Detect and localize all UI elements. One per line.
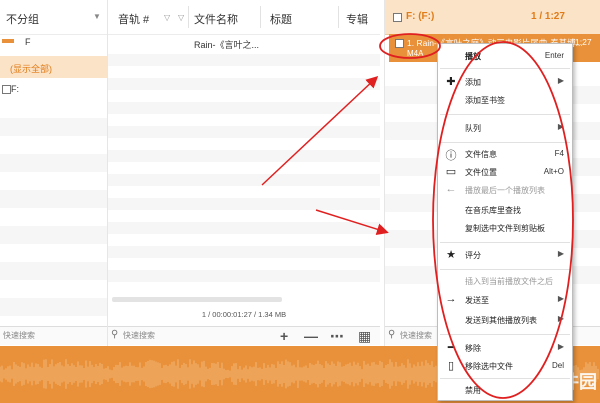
list-stripe — [108, 174, 380, 186]
menu-item-queue[interactable]: 队列 ▶ — [438, 120, 572, 138]
menu-item-file-location[interactable]: ▭ 文件位置 Alt+O — [438, 164, 572, 182]
menu-item-insert-after-current: 插入到当前播放文件之后 — [465, 277, 553, 286]
menu-item-find-in-library[interactable]: 在音乐库里查找 — [438, 202, 572, 220]
table-row[interactable]: Rain-《言叶之... — [194, 38, 259, 51]
search-input[interactable]: 快速搜索 — [400, 330, 432, 341]
remove-button[interactable]: — — [304, 328, 318, 344]
list-stripe — [108, 246, 380, 258]
sort-icon[interactable]: ▽ — [164, 13, 170, 22]
drive-item-f[interactable]: F: — [0, 82, 107, 98]
column-album[interactable]: 专辑 — [346, 11, 368, 27]
menu-item-rating[interactable]: ★ 评分 ▶ — [438, 247, 572, 265]
group-header[interactable]: 不分组 ▼ — [0, 0, 107, 35]
submenu-arrow-icon: ▶ — [557, 76, 564, 85]
search-icon: ⚲ — [388, 329, 396, 340]
grid-view-button[interactable]: ▦ — [358, 328, 371, 345]
group-item-label: F — [25, 37, 31, 47]
playlist-header[interactable]: F: (F:) 1 / 1:27 — [385, 0, 600, 35]
submenu-arrow-icon: ▶ — [557, 314, 564, 323]
show-all-item[interactable]: (显示全部) — [0, 56, 107, 78]
arrow-right-icon: → — [445, 293, 457, 305]
chevron-down-icon[interactable]: ▼ — [93, 12, 101, 21]
list-stripe — [0, 190, 107, 208]
playlist-duration: 1 / 1:27 — [531, 11, 565, 22]
column-filename[interactable]: 文件名称 — [194, 11, 238, 27]
list-stripe — [0, 154, 107, 172]
list-stripe — [108, 270, 380, 282]
menu-item-remove-selected[interactable]: ▯ 移除选中文件 Del — [438, 358, 572, 376]
track-checkbox[interactable] — [395, 39, 404, 48]
search-input[interactable]: 快速搜索 — [3, 330, 35, 341]
list-stripe — [108, 78, 380, 90]
list-stripe — [108, 222, 380, 234]
menu-item-play[interactable]: 播放 Enter — [438, 48, 572, 66]
list-stripe — [0, 298, 107, 316]
drive-label: F: — [11, 84, 19, 94]
track-format: M4A — [407, 49, 424, 58]
track-search-bar: ⚲ 快速搜索 + — ⋯ ▦ — [108, 326, 380, 345]
menu-item-file-info[interactable]: ⓘ 文件信息 F4 — [438, 146, 572, 164]
group-color-marker — [2, 39, 14, 43]
arrow-left-icon: ← — [445, 183, 457, 195]
menu-item-play-last-playlist: ← 播放最后一个播放列表 — [445, 183, 546, 195]
list-stripe — [108, 102, 380, 114]
submenu-arrow-icon: ▶ — [557, 249, 564, 258]
list-stripe — [0, 226, 107, 244]
status-text: 1 / 00:00:01:27 / 1.34 MB — [201, 310, 287, 319]
sort-icon[interactable]: ▽ — [178, 13, 184, 22]
add-button[interactable]: + — [280, 328, 288, 344]
menu-item-send-to-playlist[interactable]: 发送到其他播放列表 ▶ — [438, 312, 572, 330]
more-button[interactable]: ⋯ — [330, 328, 344, 345]
minus-icon: ━ — [447, 342, 455, 354]
list-stripe — [108, 198, 380, 210]
menu-item-remove[interactable]: ━ 移除 ▶ — [438, 340, 572, 358]
group-search[interactable]: 快速搜索 — [0, 326, 107, 345]
file-icon: ▯ — [447, 360, 455, 372]
drive-checkbox[interactable] — [2, 85, 11, 94]
info-icon: ⓘ — [445, 150, 457, 162]
playlist-checkbox[interactable] — [393, 13, 402, 22]
list-stripe — [108, 54, 380, 66]
context-menu: 播放 Enter ✚ 添加 ▶ 添加至书签 队列 ▶ ⓘ 文件信息 F4 ▭ 文… — [437, 43, 573, 401]
column-header: 音轨 # ▽ ▽ 文件名称 标题 专辑 — [108, 0, 380, 35]
track-list-panel: 音轨 # ▽ ▽ 文件名称 标题 专辑 Rain-《言叶之... 1 / 00:… — [108, 0, 380, 346]
submenu-arrow-icon: ▶ — [557, 342, 564, 351]
search-input[interactable]: 快速搜索 — [123, 330, 155, 341]
submenu-arrow-icon: ▶ — [557, 122, 564, 131]
list-stripe — [0, 118, 107, 136]
menu-item-add[interactable]: ✚ 添加 ▶ — [438, 74, 572, 92]
show-all-label: (显示全部) — [10, 64, 52, 74]
horizontal-scrollbar[interactable] — [112, 297, 282, 302]
search-icon: ⚲ — [111, 329, 119, 340]
list-stripe — [108, 150, 380, 162]
column-title[interactable]: 标题 — [270, 11, 292, 27]
star-icon: ★ — [446, 249, 456, 261]
column-track[interactable]: 音轨 # — [118, 11, 149, 27]
group-item-f[interactable]: F — [0, 34, 107, 54]
list-stripe — [0, 262, 107, 280]
plus-icon: ✚ — [446, 76, 456, 88]
group-panel: 不分组 ▼ F (显示全部) F: 快速搜索 — [0, 0, 108, 346]
menu-item-copy-to-clipboard[interactable]: 复制选中文件到剪贴板 — [438, 220, 572, 238]
group-header-title: 不分组 — [6, 14, 39, 26]
menu-item-add-bookmark[interactable]: 添加至书签 — [438, 92, 572, 110]
folder-icon: ▭ — [445, 166, 457, 178]
submenu-arrow-icon: ▶ — [557, 294, 564, 303]
menu-item-disable[interactable]: 禁用 — [438, 382, 572, 400]
list-stripe — [108, 126, 380, 138]
playlist-title: F: (F:) — [406, 11, 435, 22]
menu-item-send-to[interactable]: → 发送至 ▶ — [438, 292, 572, 310]
track-duration: 1:27 — [575, 37, 592, 47]
